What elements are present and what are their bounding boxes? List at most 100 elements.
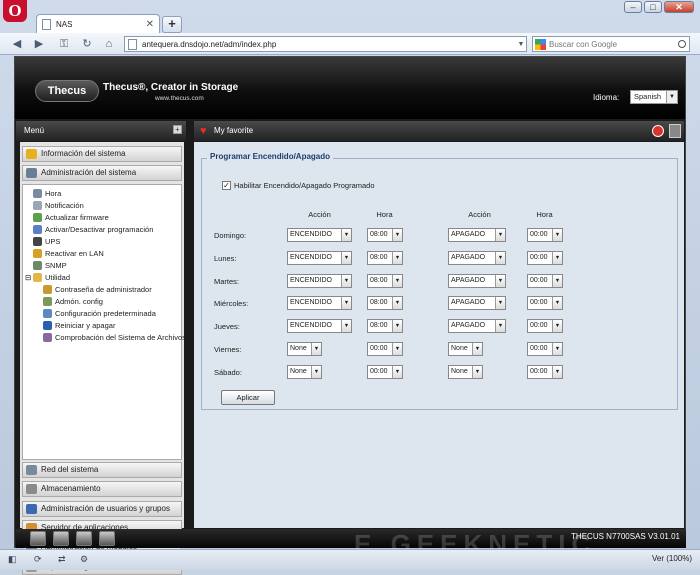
- key-icon[interactable]: ⚿: [55, 36, 73, 52]
- fan-icon[interactable]: [76, 531, 92, 546]
- tree-item[interactable]: Utilidad: [33, 273, 70, 282]
- tree-item[interactable]: Activar/Desactivar programación: [33, 225, 153, 234]
- menu-section-top-0[interactable]: Información del sistema: [22, 146, 182, 162]
- action-select-1[interactable]: ENCENDIDO ▼: [287, 319, 352, 334]
- tree-item[interactable]: SNMP: [33, 261, 67, 270]
- chevron-down-icon[interactable]: ▼: [552, 297, 562, 310]
- hour-select-1[interactable]: 08:00 ▼: [367, 296, 403, 311]
- action-select-1[interactable]: ENCENDIDO ▼: [287, 250, 352, 265]
- hour-select-1[interactable]: 08:00 ▼: [367, 273, 403, 288]
- action-select-2[interactable]: APAGADO ▼: [448, 273, 506, 288]
- tree-item[interactable]: Reactivar en LAN: [33, 249, 104, 258]
- tab-nas[interactable]: NAS ✕: [36, 14, 160, 34]
- menu-section-bottom-2[interactable]: Administración de usuarios y grupos: [22, 500, 182, 517]
- hour-select-1[interactable]: 08:00 ▼: [367, 319, 403, 334]
- zoom-level[interactable]: Ver (100%): [652, 554, 692, 563]
- server-icon[interactable]: [30, 531, 46, 546]
- chevron-down-icon[interactable]: ▼: [552, 320, 562, 333]
- chevron-down-icon[interactable]: ▼: [341, 320, 351, 333]
- tree-item[interactable]: UPS: [33, 237, 60, 246]
- tree-item[interactable]: Configuración predeterminada: [43, 309, 156, 318]
- chevron-down-icon[interactable]: ▼: [392, 229, 402, 241]
- action-select-1[interactable]: ENCENDIDO ▼: [287, 228, 352, 242]
- maximize-button[interactable]: □: [644, 1, 662, 13]
- chevron-down-icon[interactable]: ▼: [495, 320, 505, 333]
- hour-select-1[interactable]: 00:00 ▼: [367, 364, 403, 379]
- chevron-down-icon[interactable]: ▼: [552, 365, 562, 378]
- minimize-button[interactable]: –: [624, 1, 642, 13]
- network-icon[interactable]: [99, 531, 115, 546]
- action-select-2[interactable]: APAGADO ▼: [448, 319, 506, 334]
- collapse-tree-icon[interactable]: ⊟: [25, 273, 31, 282]
- action-select-2[interactable]: APAGADO ▼: [448, 250, 506, 265]
- action-select-1[interactable]: ENCENDIDO ▼: [287, 296, 352, 311]
- hour-select-1[interactable]: 00:00 ▼: [367, 342, 403, 356]
- tree-item[interactable]: Actualizar firmware: [33, 213, 109, 222]
- hour-select-2[interactable]: 00:00 ▼: [527, 364, 563, 379]
- tools-icon[interactable]: ⚙: [80, 554, 88, 566]
- chevron-down-icon[interactable]: ▼: [341, 251, 351, 264]
- chevron-down-icon[interactable]: ▼: [392, 274, 402, 287]
- chevron-down-icon[interactable]: ▼: [392, 365, 402, 378]
- chevron-down-icon[interactable]: ▼: [311, 365, 321, 378]
- sync-icon[interactable]: ⟳: [34, 554, 42, 566]
- chevron-down-icon[interactable]: ▼: [552, 229, 562, 241]
- chevron-down-icon[interactable]: ▼: [552, 251, 562, 264]
- chevron-down-icon[interactable]: ▼: [516, 41, 526, 48]
- chevron-down-icon[interactable]: ▼: [495, 251, 505, 264]
- panel-toggle-icon[interactable]: ◧: [8, 554, 17, 566]
- chevron-down-icon[interactable]: ▼: [392, 251, 402, 264]
- chevron-down-icon[interactable]: ▼: [495, 297, 505, 310]
- disk-icon[interactable]: [53, 531, 69, 546]
- hour-select-2[interactable]: 00:00 ▼: [527, 319, 563, 334]
- search-input[interactable]: [549, 39, 667, 49]
- chevron-down-icon[interactable]: ▼: [552, 274, 562, 287]
- logout-icon[interactable]: [669, 124, 681, 138]
- tree-item[interactable]: Comprobación del Sistema de Archivos: [43, 333, 186, 342]
- enable-schedule-checkbox[interactable]: ✓: [222, 181, 231, 190]
- tab-close-icon[interactable]: ✕: [146, 19, 154, 30]
- hour-select-2[interactable]: 00:00 ▼: [527, 273, 563, 288]
- action-select-2[interactable]: None ▼: [448, 342, 483, 356]
- hour-select-2[interactable]: 00:00 ▼: [527, 296, 563, 311]
- tree-item[interactable]: Contraseña de administrador: [43, 285, 152, 294]
- close-window-button[interactable]: ✕: [664, 1, 694, 13]
- forward-arrow-icon[interactable]: ▶: [30, 36, 48, 52]
- new-tab-button[interactable]: +: [162, 16, 182, 33]
- chevron-down-icon[interactable]: ▼: [392, 320, 402, 333]
- chevron-down-icon[interactable]: ▼: [341, 274, 351, 287]
- collapse-icon[interactable]: +: [173, 125, 182, 134]
- chevron-down-icon[interactable]: ▼: [341, 229, 351, 241]
- hour-select-2[interactable]: 00:00 ▼: [527, 342, 563, 356]
- hour-select-1[interactable]: 08:00 ▼: [367, 228, 403, 242]
- menu-section-top-1[interactable]: Administración del sistema: [22, 165, 182, 181]
- address-bar[interactable]: antequera.dnsdojo.net/adm/index.php ▼: [124, 36, 527, 52]
- chevron-down-icon[interactable]: ▼: [392, 297, 402, 310]
- action-select-1[interactable]: None ▼: [287, 342, 322, 356]
- menu-section-bottom-0[interactable]: Red del sistema: [22, 462, 182, 478]
- tree-item[interactable]: Reiniciar y apagar: [43, 321, 115, 330]
- chevron-down-icon[interactable]: ▼: [311, 343, 321, 355]
- google-icon[interactable]: [535, 38, 546, 50]
- chevron-down-icon[interactable]: ▼: [666, 91, 677, 103]
- language-select[interactable]: Spanish ▼: [630, 90, 678, 104]
- chevron-down-icon[interactable]: ▼: [552, 343, 562, 355]
- reload-icon[interactable]: ↻: [78, 36, 96, 52]
- apply-button[interactable]: Aplicar: [221, 390, 275, 405]
- chevron-down-icon[interactable]: ▼: [392, 343, 402, 355]
- action-select-2[interactable]: APAGADO ▼: [448, 228, 506, 242]
- hour-select-2[interactable]: 00:00 ▼: [527, 250, 563, 265]
- network-status-icon[interactable]: ⇄: [58, 554, 66, 566]
- search-icon[interactable]: [678, 40, 686, 48]
- chevron-down-icon[interactable]: ▼: [495, 229, 505, 241]
- remove-favorite-icon[interactable]: [652, 125, 664, 137]
- action-select-1[interactable]: None ▼: [287, 364, 322, 379]
- hour-select-1[interactable]: 08:00 ▼: [367, 250, 403, 265]
- chevron-down-icon[interactable]: ▼: [472, 343, 482, 355]
- home-icon[interactable]: ⌂: [100, 36, 118, 52]
- tree-item[interactable]: Admón. config: [43, 297, 103, 306]
- tree-item[interactable]: Notificación: [33, 201, 84, 210]
- search-box[interactable]: [532, 36, 690, 52]
- opera-logo-icon[interactable]: O: [3, 0, 27, 22]
- chevron-down-icon[interactable]: ▼: [472, 365, 482, 378]
